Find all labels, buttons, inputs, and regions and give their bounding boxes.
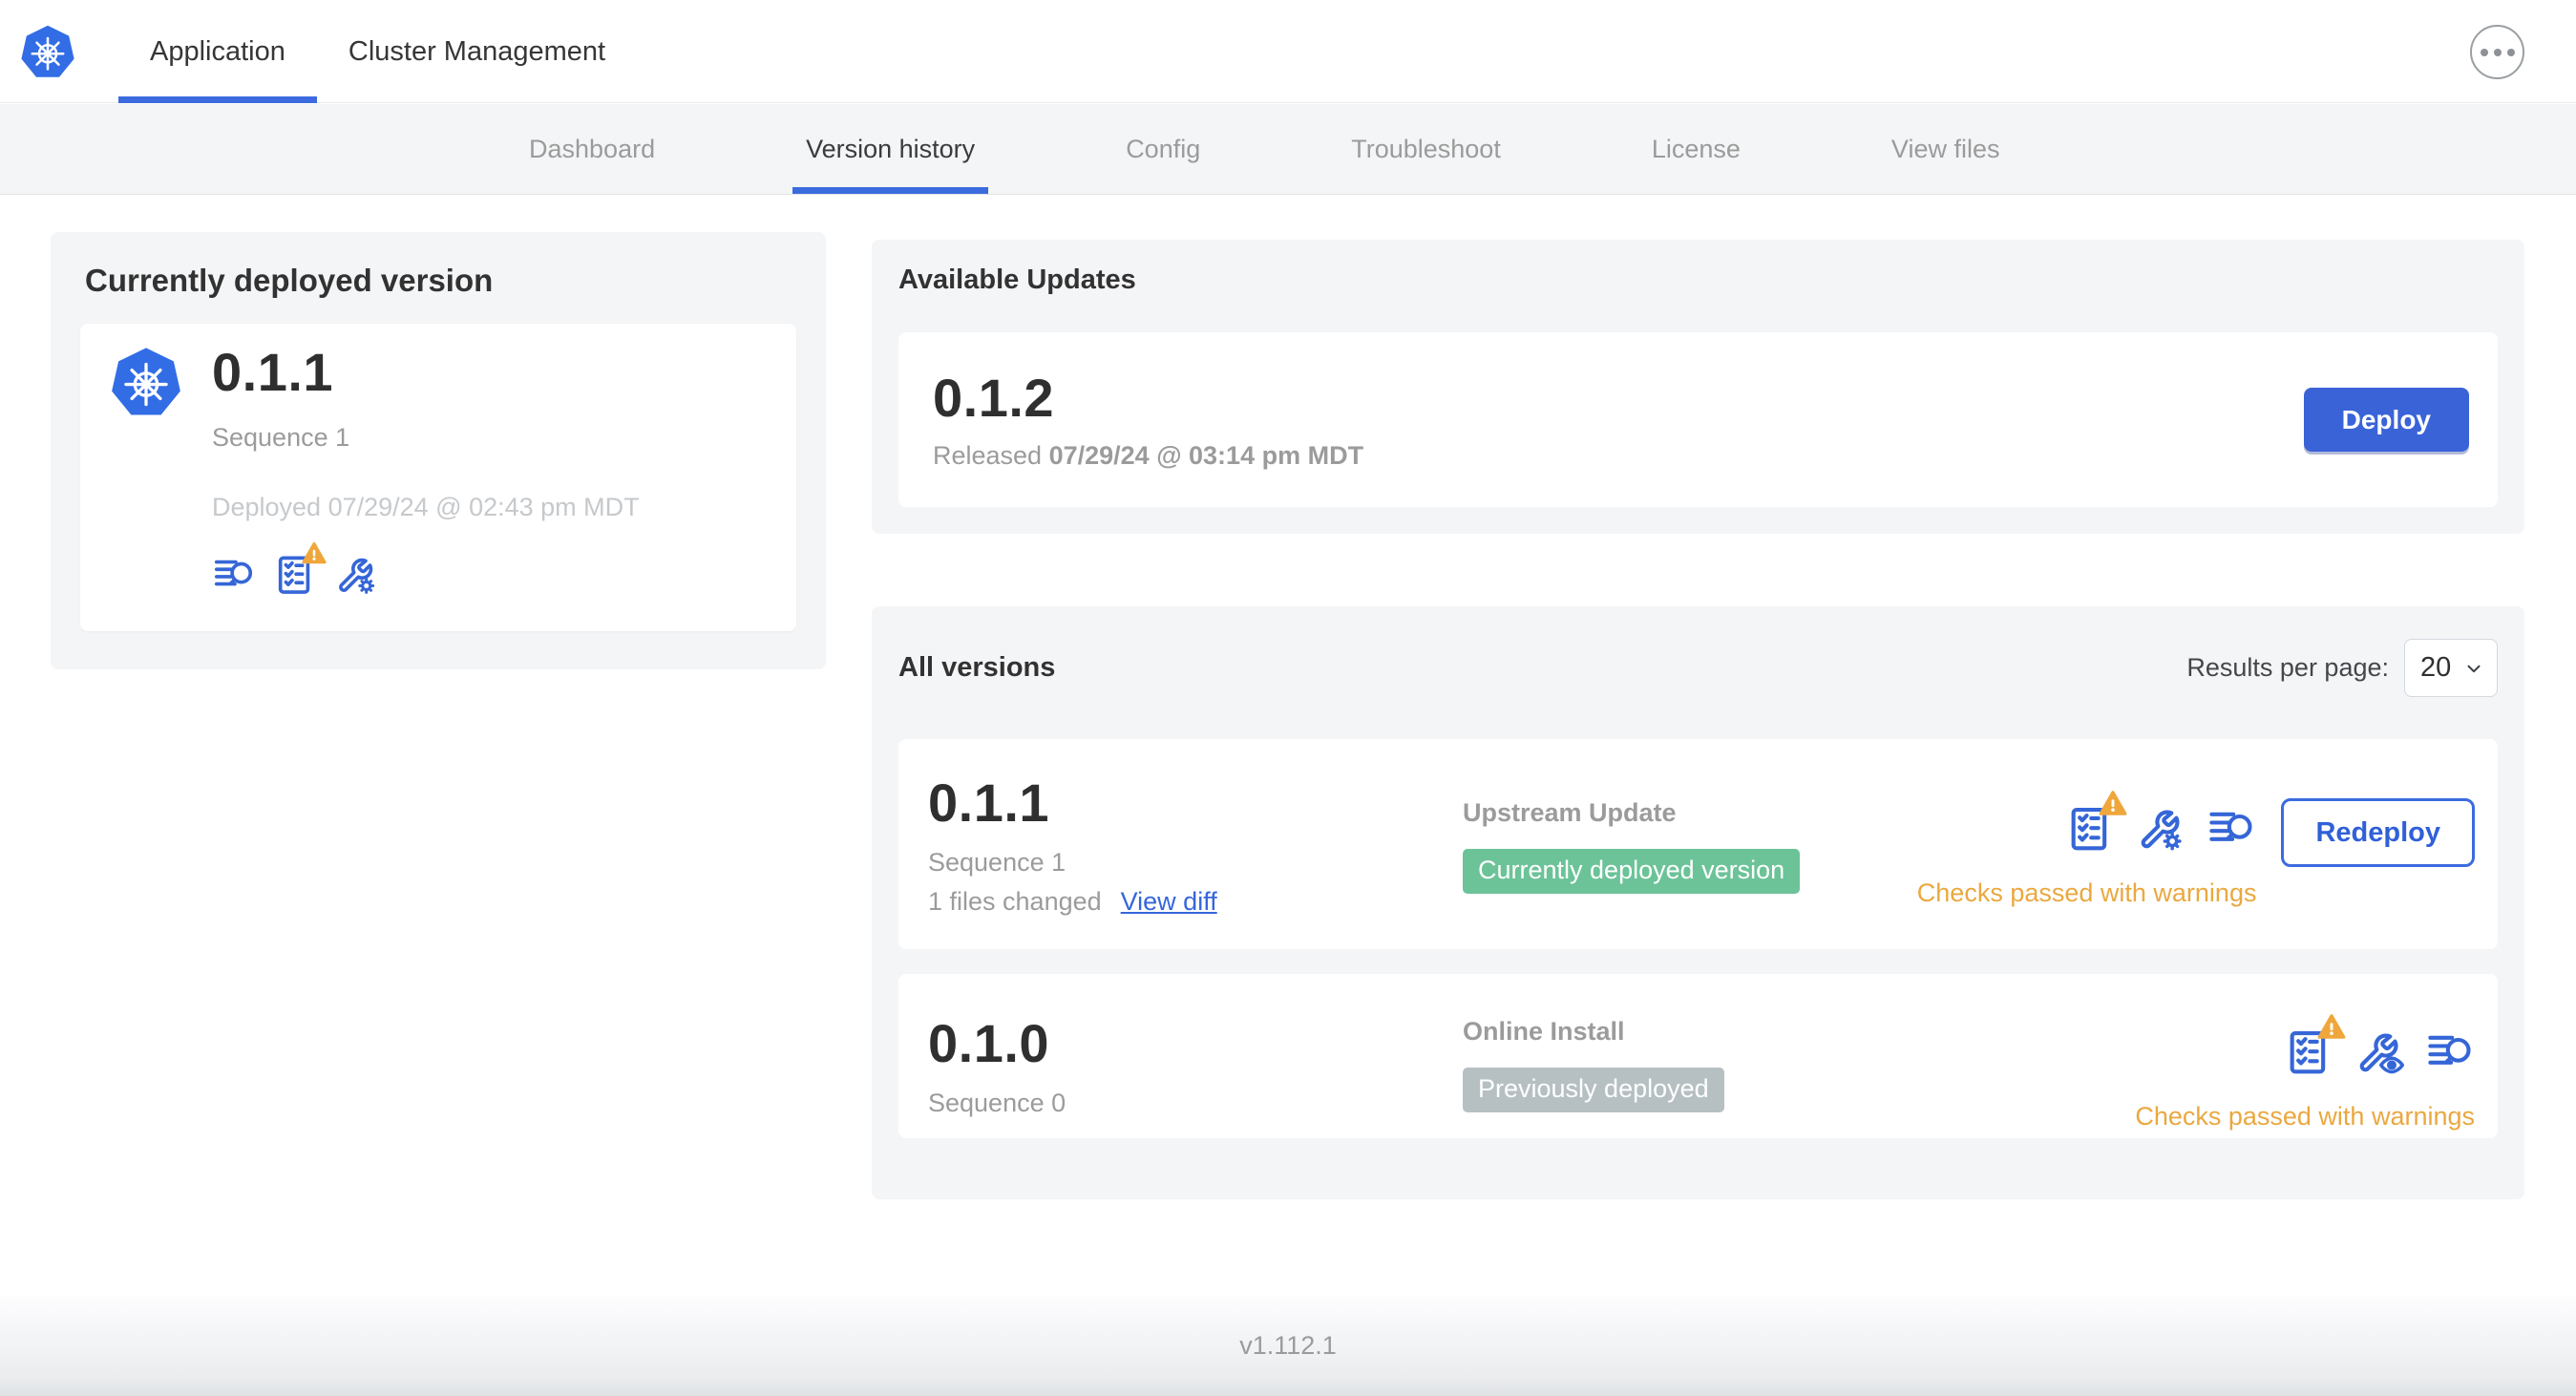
- app-icon: [110, 346, 182, 417]
- redeploy-button[interactable]: Redeploy: [2281, 798, 2475, 867]
- status-badge: Currently deployed version: [1463, 849, 1801, 894]
- app-root: Application Cluster Management Dashboard…: [0, 0, 2576, 1396]
- all-versions-card: All versions Results per page: 20 0.1.1 …: [872, 606, 2524, 1199]
- deployed-sequence: Sequence 1: [212, 423, 350, 452]
- view-diff-link[interactable]: View diff: [1121, 887, 1217, 917]
- version-row: 0.1.1 Sequence 1 1 files changed View di…: [898, 739, 2498, 949]
- subnav-item-config[interactable]: Config: [1112, 104, 1214, 194]
- warning-triangle-icon: [2317, 1014, 2346, 1039]
- subnav-item-dashboard[interactable]: Dashboard: [516, 104, 668, 194]
- deployed-version-card: 0.1.1 Sequence 1 Deployed 07/29/24 @ 02:…: [80, 324, 796, 631]
- edit-config-icon[interactable]: [334, 553, 378, 597]
- console-version: v1.112.1: [1239, 1330, 1337, 1360]
- deployed-version-number: 0.1.1: [212, 342, 334, 402]
- tab-application[interactable]: Application: [118, 0, 317, 103]
- view-config-icon[interactable]: [2354, 1027, 2404, 1077]
- tab-cluster-management-label: Cluster Management: [348, 35, 606, 67]
- more-menu-button[interactable]: [2470, 25, 2524, 79]
- version-source: Upstream Update: [1463, 798, 1677, 827]
- available-updates-title: Available Updates: [898, 264, 1136, 295]
- all-versions-title: All versions: [898, 652, 1056, 683]
- version-row: 0.1.0 Sequence 0 Online Install Previous…: [898, 974, 2498, 1138]
- row-version-number: 0.1.0: [928, 1013, 1050, 1073]
- currently-deployed-card: Currently deployed version 0.1.1 Sequenc…: [51, 232, 826, 669]
- files-changed-label: 1 files changed: [928, 887, 1102, 916]
- preflight-checks-warning-icon[interactable]: [273, 541, 327, 597]
- deployed-timestamp: Deployed 07/29/24 @ 02:43 pm MDT: [212, 493, 640, 521]
- currently-deployed-title: Currently deployed version: [85, 263, 494, 298]
- preflight-checks-warning-icon[interactable]: [2284, 1014, 2346, 1077]
- preflight-checks-warning-icon[interactable]: [2065, 791, 2127, 854]
- top-header: Application Cluster Management: [0, 0, 2576, 103]
- release-notes-icon[interactable]: [2206, 804, 2256, 854]
- chevron-down-icon: [2467, 665, 2481, 672]
- warning-triangle-icon: [2100, 791, 2127, 815]
- tab-application-label: Application: [150, 35, 285, 67]
- deploy-button[interactable]: Deploy: [2303, 388, 2469, 452]
- app-subnav: Dashboard Version history Config Trouble…: [0, 104, 2576, 195]
- subnav-item-troubleshoot[interactable]: Troubleshoot: [1338, 104, 1514, 194]
- row-sequence: Sequence 1: [928, 848, 1066, 877]
- version-source: Online Install: [1463, 1017, 1625, 1046]
- checks-status-text: Checks passed with warnings: [2135, 1102, 2475, 1131]
- subnav-item-version-history[interactable]: Version history: [792, 104, 989, 194]
- subnav-item-license[interactable]: License: [1638, 104, 1754, 194]
- main-content: Currently deployed version 0.1.1 Sequenc…: [0, 195, 2576, 1396]
- subnav-item-view-files[interactable]: View files: [1878, 104, 2014, 194]
- edit-config-icon[interactable]: [2136, 804, 2185, 854]
- tab-cluster-management[interactable]: Cluster Management: [317, 0, 637, 103]
- available-updates-card: Available Updates 0.1.2 Released 07/29/2…: [872, 240, 2524, 534]
- top-tabs: Application Cluster Management: [118, 0, 637, 103]
- app-footer: v1.112.1: [0, 1295, 2576, 1396]
- results-per-page-label: Results per page:: [2186, 653, 2389, 682]
- row-sequence: Sequence 0: [928, 1089, 1066, 1117]
- update-version-number: 0.1.2: [933, 368, 1055, 428]
- ellipsis-icon: [2480, 48, 2488, 56]
- release-notes-icon[interactable]: [2425, 1027, 2475, 1077]
- kubernetes-logo-icon: [20, 24, 75, 79]
- update-row: 0.1.2 Released 07/29/24 @ 03:14 pm MDT D…: [898, 332, 2498, 507]
- status-badge: Previously deployed: [1463, 1068, 1724, 1112]
- results-per-page-select[interactable]: 20: [2404, 639, 2498, 697]
- update-released-timestamp: Released 07/29/24 @ 03:14 pm MDT: [933, 441, 1364, 470]
- row-version-number: 0.1.1: [928, 772, 1050, 833]
- warning-triangle-icon: [302, 541, 327, 564]
- checks-status-text: Checks passed with warnings: [1916, 878, 2257, 907]
- release-notes-icon[interactable]: [212, 553, 256, 597]
